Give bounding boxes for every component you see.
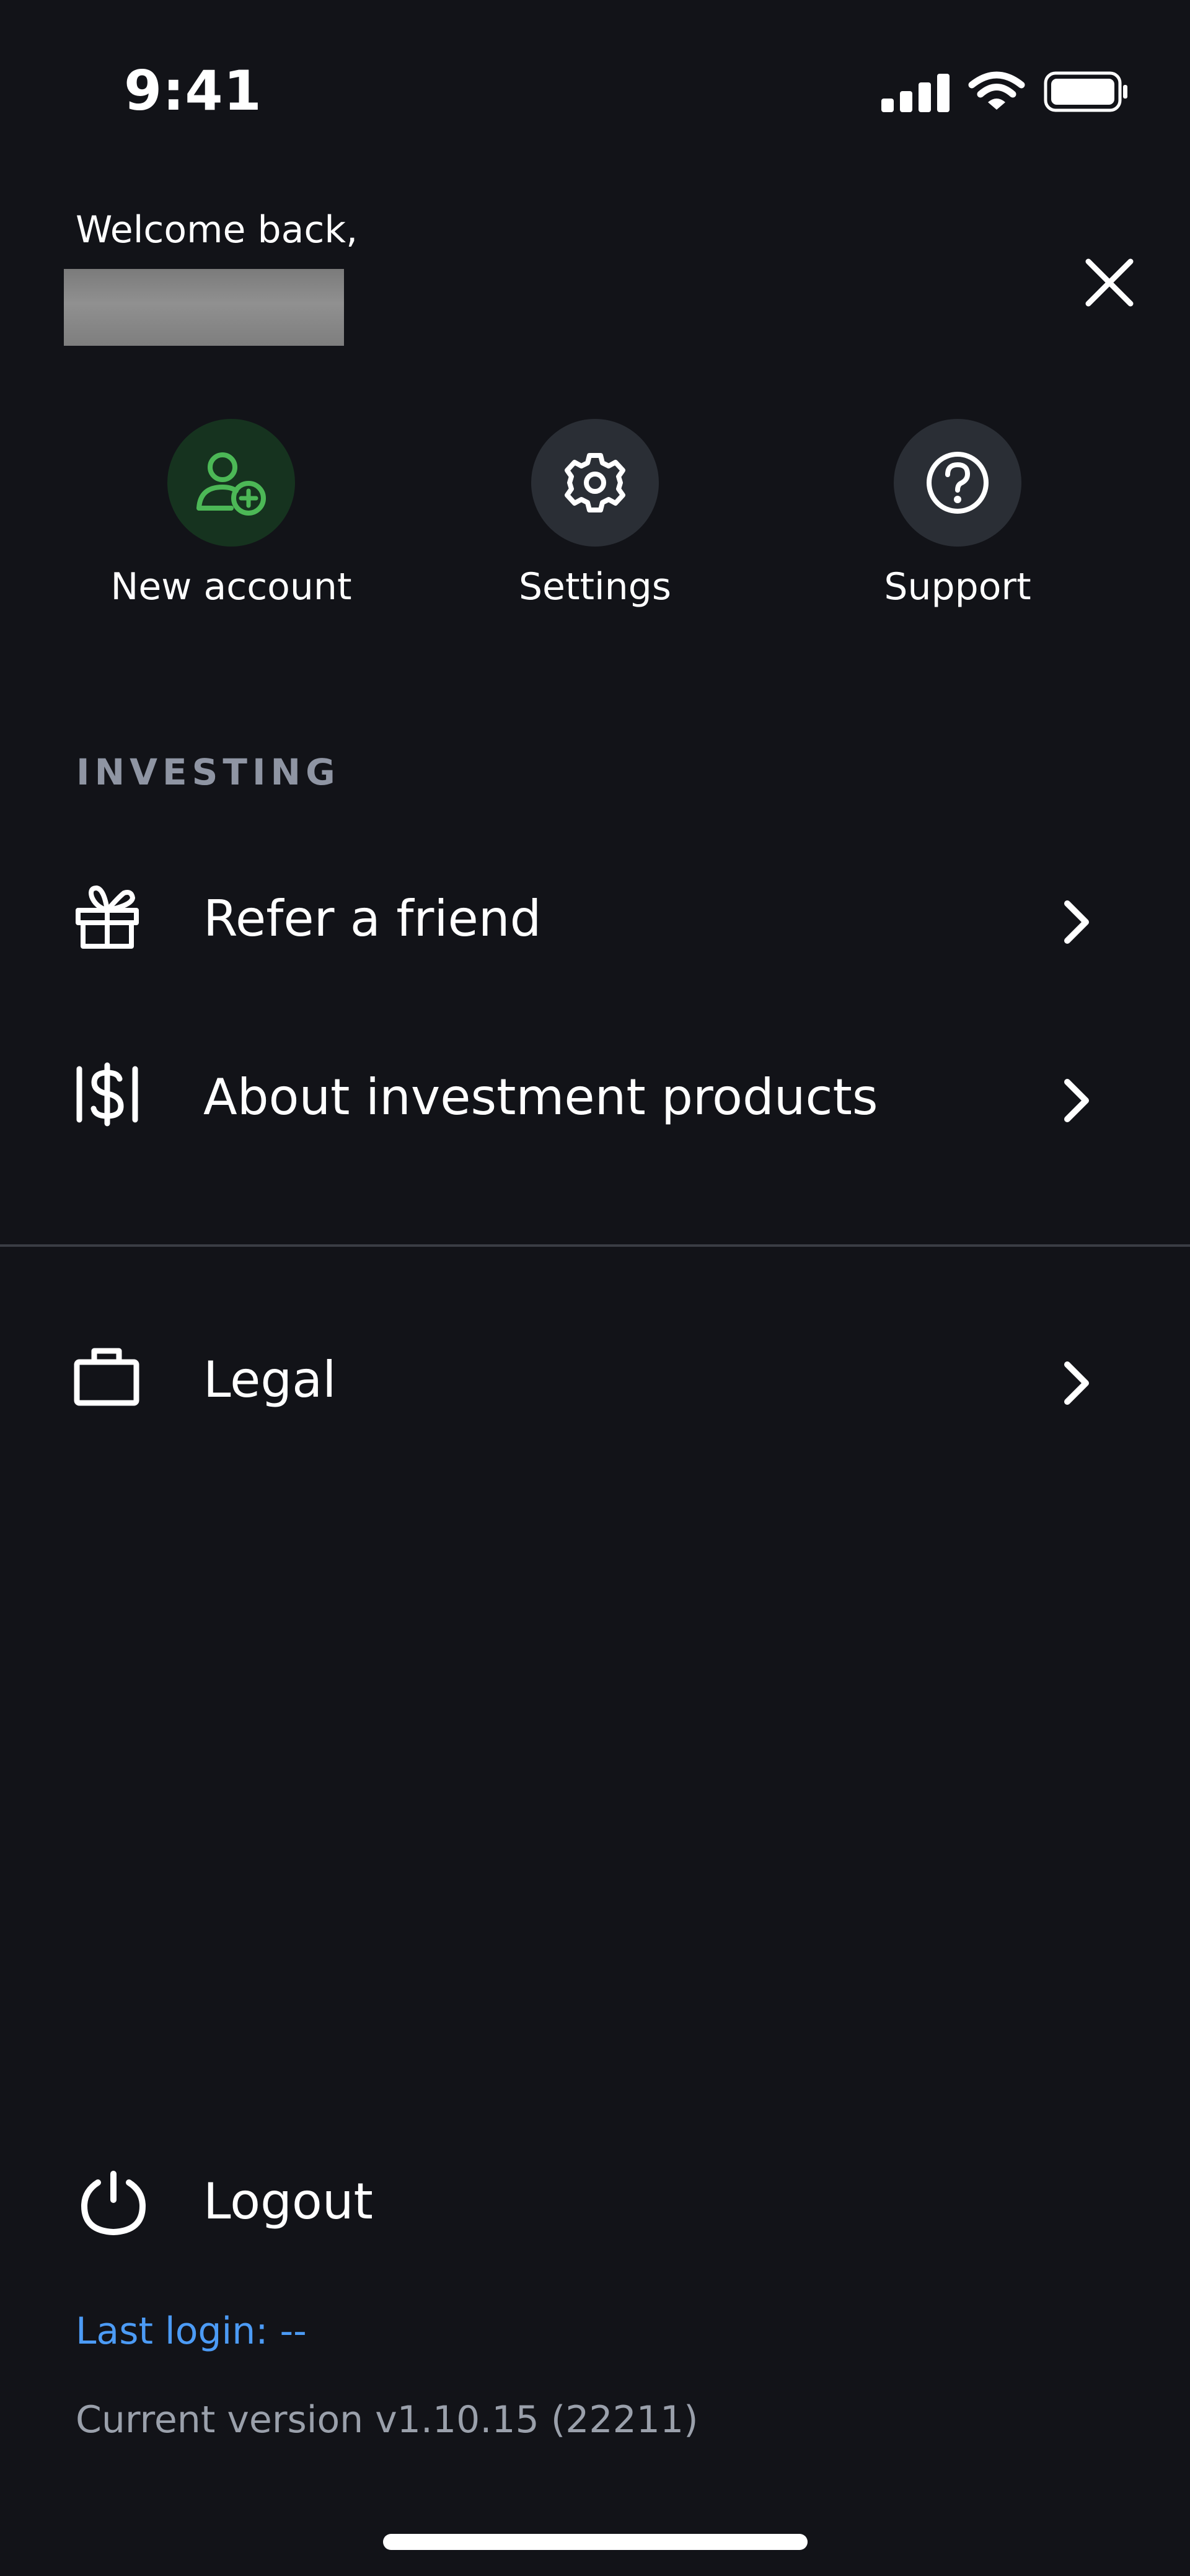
menu-item-about-investment-products[interactable]: About investment products: [0, 1032, 1190, 1156]
close-button[interactable]: [1075, 248, 1144, 317]
power-icon: [79, 2169, 148, 2240]
dollar-icon: [73, 1060, 151, 1128]
new-account-button[interactable]: New account: [107, 419, 355, 609]
close-icon: [1085, 258, 1134, 307]
logout-button[interactable]: Logout: [0, 2144, 620, 2262]
chevron-right-icon: [1064, 1079, 1089, 1122]
new-account-icon-circle: [167, 419, 295, 547]
chevron-right-icon: [1064, 900, 1089, 944]
welcome-text: Welcome back,: [76, 208, 358, 252]
signal-icon: [881, 71, 950, 112]
chevron-right-icon: [1064, 1361, 1089, 1405]
logout-label: Logout: [203, 2173, 373, 2230]
help-icon: [927, 452, 989, 514]
new-account-label: New account: [110, 565, 352, 609]
app-version: Current version v1.10.15 (22211): [76, 2398, 699, 2442]
menu-item-refer-a-friend[interactable]: Refer a friend: [0, 854, 1190, 978]
add-user-icon: [196, 452, 266, 516]
settings-icon-circle: [531, 419, 659, 547]
refer-a-friend-label: Refer a friend: [203, 890, 542, 947]
gear-icon: [565, 453, 625, 512]
user-name-redacted: [64, 269, 344, 346]
legal-label: Legal: [203, 1351, 337, 1409]
menu-item-legal[interactable]: Legal: [0, 1315, 1190, 1439]
about-investment-products-label: About investment products: [203, 1068, 878, 1126]
briefcase-icon: [73, 1343, 151, 1411]
gift-icon: [73, 882, 151, 950]
battery-icon: [1044, 71, 1129, 112]
section-divider: [0, 1244, 1190, 1247]
settings-label: Settings: [518, 565, 672, 609]
support-icon-circle: [894, 419, 1021, 547]
status-time: 9:41: [124, 59, 262, 123]
status-icons: [881, 67, 1129, 116]
investing-section-title: INVESTING: [76, 751, 340, 793]
home-indicator[interactable]: [383, 2534, 808, 2550]
support-label: Support: [884, 565, 1031, 609]
wifi-icon: [968, 71, 1025, 112]
last-login-link[interactable]: Last login: --: [76, 2310, 307, 2353]
side-menu-screen: 9:41 Welcome back, New account Settings …: [0, 0, 1190, 2576]
support-button[interactable]: Support: [834, 419, 1082, 609]
settings-button[interactable]: Settings: [471, 419, 719, 609]
